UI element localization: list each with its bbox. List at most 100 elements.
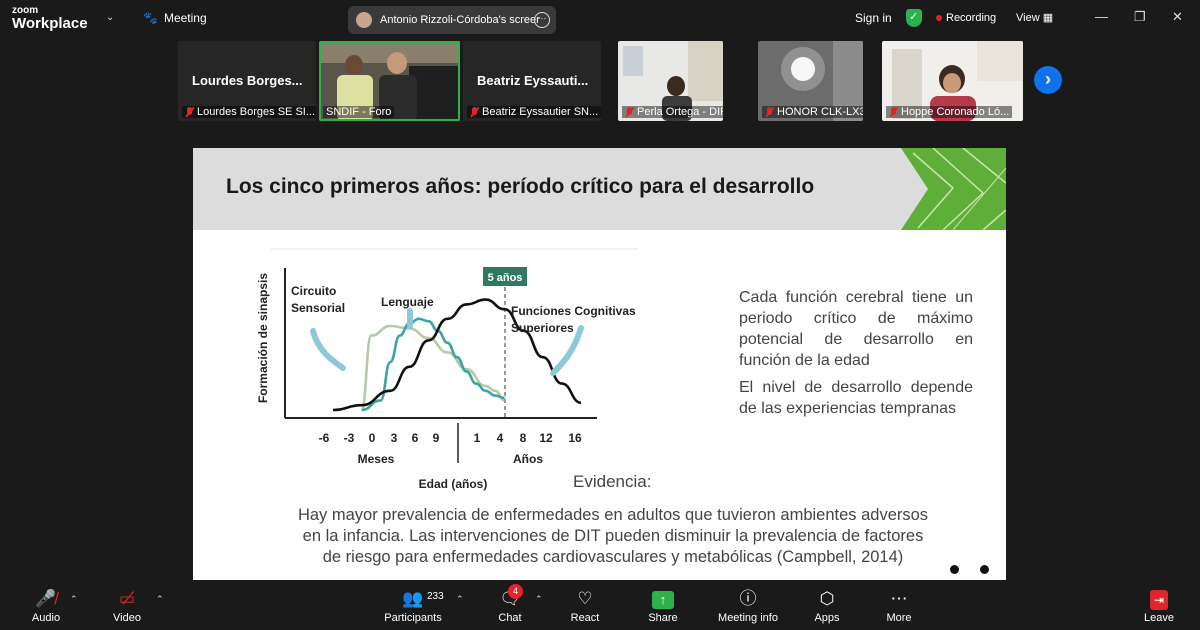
info-icon: ⓘ [739,589,757,608]
x-tick-label: 3 [391,431,398,445]
participant-name-large: Beatriz Eyssauti... [477,73,589,88]
evidence-label: Evidencia: [573,472,652,491]
slide-title: Los cinco primeros años: período crítico… [226,175,815,198]
participants-count: 233 [427,591,444,602]
muted-mic-icon [765,107,774,117]
chart: -6 -3 0 3 6 9 1 4 8 12 16 Meses Años Edad (años) Forma… [256,267,636,491]
series-annotation-2: Lenguaje [381,295,434,309]
participant-tile[interactable]: Perla Ortega - DIF Baj... [618,41,723,121]
participant-caption: Perla Ortega - DIF Baj... [622,106,723,118]
logo-bottom-text: Workplace [12,15,88,32]
participant-strip: Lourdes Borges... Lourdes Borges SE SI..… [178,41,1023,121]
paw-icon: 🐾 [143,11,158,25]
x-tick-label: -6 [319,431,330,445]
apps-label: Apps [814,612,840,624]
meeting-label: Meeting [163,11,207,25]
participants-caret-icon[interactable]: ⌃ [456,594,464,605]
participant-caption-text: SNDIF - Foro [326,106,392,118]
apps-icon: ⬡ [819,589,835,608]
x-group-label: Meses [358,452,395,466]
participant-caption-text: Perla Ortega - DIF Baj... [637,106,723,118]
view-menu[interactable]: View ▦ [1016,11,1053,24]
share-label: Share [648,612,678,624]
x-tick-label: -3 [344,431,355,445]
sign-in-link[interactable]: Sign in [855,11,892,25]
chat-label: Chat [498,612,522,624]
participants-button[interactable]: 👥 233 Participants [383,588,443,624]
slide-nav-dot[interactable] [950,565,959,574]
chat-icon: 🗨 4 [495,584,525,610]
series-line-2 [361,317,505,412]
x-tick-label: 9 [433,431,440,445]
x-tick-label: 8 [520,431,527,445]
meeting-info-label: Meeting info [718,612,778,624]
apps-button[interactable]: ⬡ Apps [812,588,842,624]
chat-badge: 4 [508,584,523,599]
restore-icon[interactable]: ❐ [1134,9,1146,25]
series-annotation-1: Circuito [291,284,336,298]
leave-button[interactable]: ⇥ Leave [1142,588,1176,624]
x-axis-label: Edad (años) [419,477,488,491]
react-button[interactable]: ♡ React [568,588,602,624]
participant-name-large: Lourdes Borges... [192,73,303,88]
more-label: More [886,612,912,624]
x-tick-label: 1 [474,431,481,445]
more-options-icon[interactable]: ··· [534,12,550,28]
sharer-avatar [356,12,372,28]
video-button[interactable]: ▭̸ Video [108,588,146,624]
screen-share-banner[interactable]: Antonio Rizzoli-Córdoba's screen ··· [348,6,556,34]
next-page-button[interactable]: › [1034,66,1062,94]
participant-caption: Beatriz Eyssautier SN... [467,106,601,118]
participant-caption: SNDIF - Foro [323,106,395,118]
slide-paragraph-1: Cada función cerebral tiene un periodo c… [739,289,973,369]
close-icon[interactable]: ✕ [1172,9,1183,25]
video-label: Video [113,612,141,624]
leave-label: Leave [1144,612,1174,624]
view-label: View [1016,12,1040,24]
participant-caption-text: Beatriz Eyssautier SN... [482,106,599,118]
participant-tile[interactable]: Beatriz Eyssauti... Beatriz Eyssautier S… [463,41,601,121]
slide-nav-dot[interactable] [980,565,989,574]
bottom-toolbar: 🎤̸ Audio ⌃ ▭̸ Video ⌃ 👥 233 Participants … [0,582,1200,630]
more-icon: ⋯ [890,589,908,608]
x-tick-label: 16 [568,431,582,445]
series-annotation-3: Superiores [511,321,574,335]
meeting-info-button[interactable]: ⓘ Meeting info [716,588,780,624]
x-tick-label: 4 [497,431,504,445]
muted-mic-icon [625,107,634,117]
x-tick-label: 6 [412,431,419,445]
y-axis-label: Formación de sinapsis [256,273,270,403]
meeting-menu[interactable]: 🐾 Meeting [143,11,207,25]
participant-tile[interactable]: SNDIF - Foro [319,41,460,121]
green-corner-decoration [901,148,1006,231]
security-shield-icon[interactable] [906,9,922,27]
grid-icon: ▦ [1042,12,1054,24]
share-screen-icon: ↑ [652,591,674,609]
participant-caption: Hoppe Coronado Ló... [886,106,1013,118]
audio-button[interactable]: 🎤̸ Audio [28,588,64,624]
participant-tile[interactable]: Hoppe Coronado Ló... [882,41,1023,121]
share-banner-label: Antonio Rizzoli-Córdoba's screen [380,14,540,26]
participant-caption: Lourdes Borges SE SI... [182,106,316,118]
annotation-arrow-1 [310,328,346,371]
audio-options-caret-icon[interactable]: ⌃ [70,594,78,605]
top-bar: zoom Workplace ⌄ 🐾 Meeting Antonio Rizzo… [0,0,1200,38]
muted-mic-icon: 🎤̸ [35,589,57,608]
leave-icon: ⇥ [1150,590,1168,610]
video-off-icon: ▭̸ [118,589,136,608]
share-button[interactable]: ↑ Share [646,588,680,624]
x-tick-label: 0 [369,431,376,445]
audio-label: Audio [31,612,61,624]
evidence-text: Hay mayor prevalencia de enfermedades en… [297,506,929,566]
participant-caption-text: Hoppe Coronado Ló... [901,106,1010,118]
participant-tile[interactable]: Lourdes Borges... Lourdes Borges SE SI..… [178,41,316,121]
more-button[interactable]: ⋯ More [884,588,914,624]
chat-caret-icon[interactable]: ⌃ [535,594,543,605]
minimize-icon[interactable]: — [1095,9,1108,24]
video-options-caret-icon[interactable]: ⌃ [156,594,164,605]
recording-indicator[interactable]: Recording [936,12,996,24]
logo-chevron-down-icon[interactable]: ⌄ [106,12,114,23]
react-label: React [570,612,600,624]
participant-tile[interactable]: HONOR CLK-LX3 [758,41,863,121]
chat-button[interactable]: 🗨 4 Chat [495,584,525,624]
